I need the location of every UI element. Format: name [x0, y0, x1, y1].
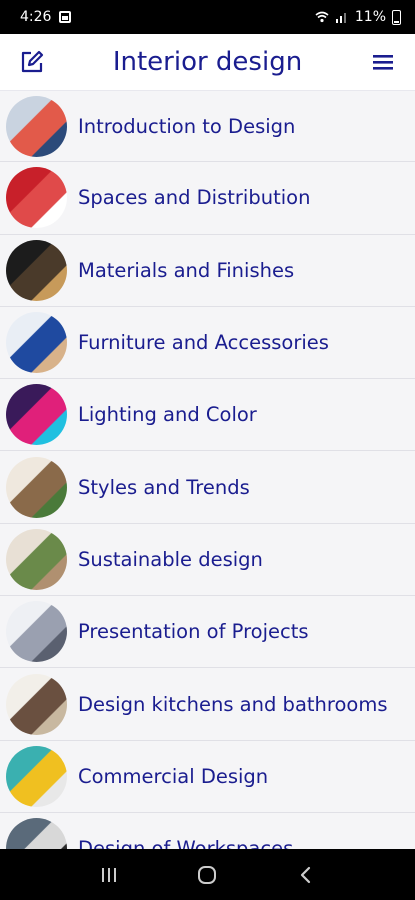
topic-label: Materials and Finishes — [78, 258, 295, 282]
list-item[interactable]: Styles and Trends — [0, 451, 415, 524]
list-item[interactable]: Lighting and Color — [0, 379, 415, 452]
status-time: 4:26 — [20, 9, 52, 25]
topic-thumbnail — [6, 818, 67, 849]
edit-icon[interactable] — [18, 48, 46, 76]
list-item[interactable]: Introduction to Design — [0, 90, 415, 163]
topic-list: Introduction to Design Spaces and Distrib… — [0, 90, 415, 849]
home-button[interactable] — [187, 860, 227, 890]
back-button[interactable] — [286, 860, 326, 890]
list-item[interactable]: Commercial Design — [0, 740, 415, 813]
topic-label: Lighting and Color — [78, 403, 257, 427]
topic-thumbnail — [6, 601, 67, 663]
topic-label: Styles and Trends — [78, 475, 250, 499]
topic-thumbnail — [6, 95, 67, 157]
topic-label: Spaces and Distribution — [78, 186, 311, 210]
list-item[interactable]: Spaces and Distribution — [0, 162, 415, 235]
topic-thumbnail — [6, 384, 67, 446]
list-item[interactable]: Design kitchens and bathrooms — [0, 668, 415, 741]
list-item[interactable]: Sustainable design — [0, 523, 415, 597]
system-nav-bar — [0, 849, 415, 900]
topic-thumbnail — [6, 745, 67, 807]
topic-thumbnail — [6, 312, 67, 374]
list-item[interactable]: Presentation of Projects — [0, 596, 415, 669]
topic-thumbnail — [6, 239, 67, 301]
topic-thumbnail — [6, 167, 67, 229]
signal-icon — [335, 13, 346, 23]
hamburger-menu-icon[interactable] — [369, 48, 397, 76]
battery-icon — [392, 9, 401, 25]
topic-label: Commercial Design — [78, 764, 269, 788]
topic-label: Introduction to Design — [78, 114, 296, 138]
list-item[interactable]: Design of Workspaces — [0, 812, 415, 849]
image-notification-icon — [59, 11, 72, 23]
topic-label: Design kitchens and bathrooms — [78, 692, 388, 716]
topic-thumbnail — [6, 673, 67, 735]
recent-apps-button[interactable] — [89, 860, 129, 890]
list-item[interactable]: Furniture and Accessories — [0, 306, 415, 380]
topic-thumbnail — [6, 528, 67, 590]
topic-thumbnail — [6, 456, 67, 518]
topic-label: Design of Workspaces — [78, 837, 294, 849]
status-bar: 4:26 11% — [0, 0, 415, 34]
battery-percent: 11% — [354, 9, 386, 25]
topic-label: Presentation of Projects — [78, 620, 309, 644]
page-title: Interior design — [112, 47, 303, 77]
wifi-icon — [315, 11, 329, 23]
topic-label: Furniture and Accessories — [78, 331, 329, 355]
topic-label: Sustainable design — [78, 547, 263, 571]
list-item[interactable]: Materials and Finishes — [0, 234, 415, 307]
app-bar: Interior design — [0, 34, 415, 90]
